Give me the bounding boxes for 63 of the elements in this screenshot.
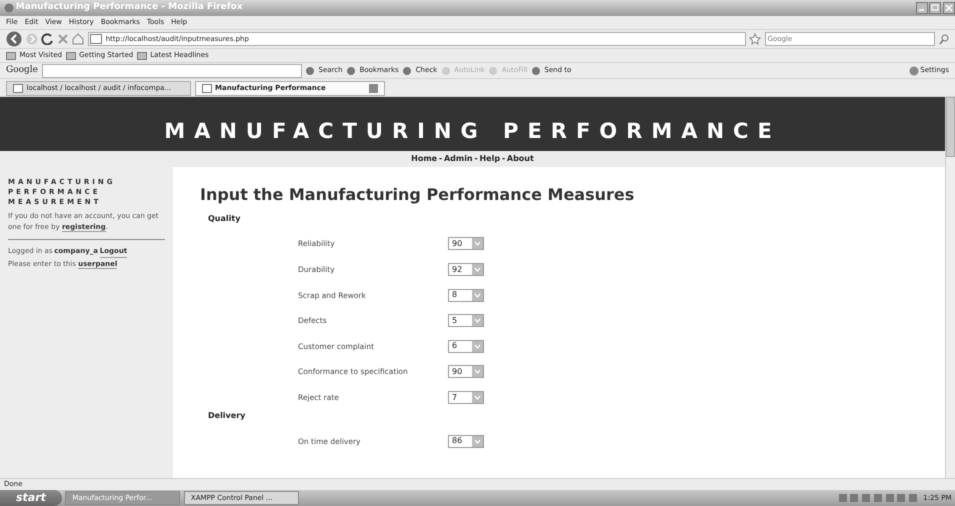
measure-select[interactable]: 90 (448, 365, 484, 378)
toolbar-icon (305, 66, 315, 76)
dropdown-icon (472, 392, 483, 404)
measure-select[interactable]: 6 (448, 340, 484, 353)
bookmark-icon (6, 50, 16, 60)
toolbar-icon (440, 66, 451, 76)
dropdown-icon (472, 436, 483, 447)
settings-icon[interactable] (908, 66, 919, 76)
nav-link[interactable]: Help (479, 153, 500, 165)
measure-select[interactable]: 5 (448, 314, 484, 328)
dropdown-icon (472, 366, 483, 378)
tray-icon[interactable] (872, 493, 883, 503)
measure-select[interactable]: 90 (448, 237, 484, 250)
measure-select[interactable]: 92 (448, 263, 484, 276)
page-icon (202, 84, 212, 93)
measure-select[interactable]: 7 (448, 391, 484, 404)
toolbar-icon (402, 66, 412, 76)
tray-icon[interactable] (908, 493, 918, 503)
scrollbar[interactable] (945, 97, 955, 478)
star-icon[interactable] (749, 33, 761, 45)
maximize-icon[interactable] (929, 2, 942, 14)
nav-link[interactable]: Admin (444, 153, 473, 165)
reload-icon[interactable] (41, 33, 53, 45)
start-button[interactable]: start (0, 490, 62, 506)
scroll-thumb[interactable] (946, 97, 955, 157)
nav-link[interactable]: About (506, 153, 534, 165)
nav-separator: - (438, 153, 442, 165)
home-icon[interactable] (72, 33, 84, 45)
minimize-icon[interactable] (916, 2, 928, 14)
toolbar-icon (488, 66, 498, 76)
tray-icon[interactable] (849, 493, 860, 503)
measure-select[interactable]: 8 (448, 288, 484, 302)
dropdown-icon (472, 315, 483, 326)
back-icon[interactable] (6, 31, 22, 47)
nav-link[interactable]: Home (411, 153, 438, 165)
toolbar-search-field[interactable] (42, 64, 302, 78)
tray-icon[interactable] (861, 493, 872, 503)
toolbar-icon (346, 66, 356, 76)
bookmark-icon (136, 50, 147, 60)
tray-icon[interactable] (838, 493, 848, 503)
nav-separator: - (474, 153, 478, 165)
dropdown-icon (472, 340, 483, 352)
measure-select[interactable]: 86 (448, 434, 484, 448)
search-icon[interactable] (938, 34, 949, 44)
google-logo: Google (6, 64, 38, 77)
bookmark-icon (66, 50, 76, 60)
page-icon (13, 84, 23, 93)
page-icon (90, 34, 102, 44)
dropdown-icon (472, 238, 483, 250)
section-heading: Delivery (208, 410, 246, 422)
globe-icon (4, 3, 14, 13)
dropdown-icon (472, 264, 483, 276)
close-icon[interactable] (368, 84, 378, 93)
close-icon[interactable] (943, 2, 955, 14)
nav-separator: - (502, 153, 506, 165)
section-heading: Quality (208, 213, 242, 226)
tray-icon[interactable] (896, 493, 906, 503)
site-title: MANUFACTURING PERFORMANCE (164, 118, 781, 145)
toolbar-icon (530, 66, 541, 76)
tray-icon[interactable] (884, 493, 895, 503)
dropdown-icon (472, 290, 483, 301)
page-heading: Input the Manufacturing Performance Measures (200, 185, 636, 204)
window-title: Manufacturing Performance - Mozilla Firefox (16, 1, 243, 14)
